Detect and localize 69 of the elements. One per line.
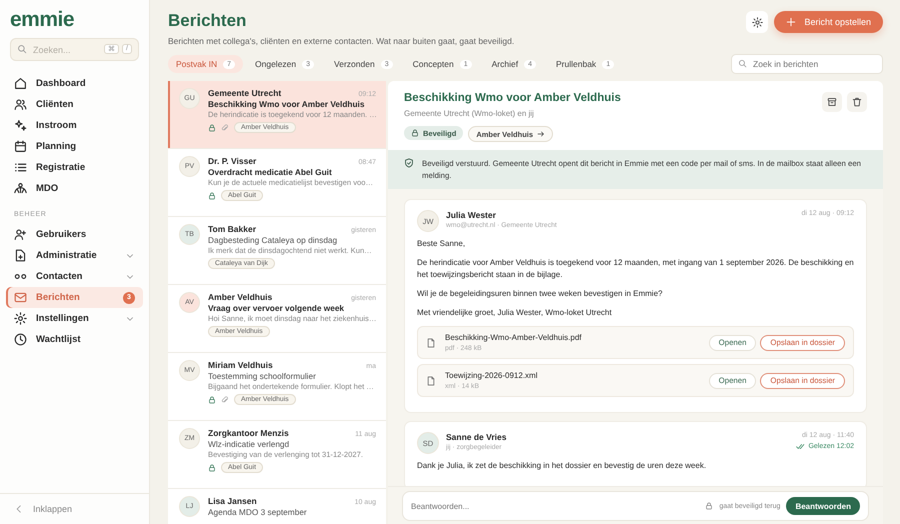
sender-name: Dr. P. Visser — [208, 156, 256, 166]
message-subject: Wlz-indicatie verlengd — [208, 439, 290, 449]
archive-icon — [827, 97, 837, 107]
sender-name: Julia Wester — [446, 210, 496, 220]
message-subject: Overdracht medicatie Abel Guit — [208, 167, 333, 177]
nav-item[interactable]: Instellingen — [6, 308, 143, 329]
page-subtitle: Berichten met collega's, cliënten en externe contacten. Wat naar buiten gaat, gaat beveiligd. — [168, 36, 514, 46]
mail-icon — [14, 291, 27, 304]
reply-button[interactable]: Beantwoorden — [786, 497, 860, 515]
search-icon — [738, 59, 747, 68]
message-subject: Agenda MDO 3 september — [208, 507, 308, 517]
document-icon — [14, 249, 27, 262]
home-icon — [14, 77, 27, 90]
nav-item[interactable]: Wachtlijst — [6, 329, 143, 350]
shield-check-icon — [404, 158, 414, 168]
logo: emmie — [10, 8, 74, 32]
settings-icon — [14, 312, 27, 325]
message-paragraph: Dank je Julia, ik zet de beschikking in het dossier en bevestig de uren deze week. — [417, 460, 708, 472]
archive-button[interactable] — [822, 92, 842, 112]
search-field[interactable]: Zoek in berichten — [731, 54, 883, 74]
settings-button[interactable] — [746, 11, 768, 33]
nav-item[interactable]: Instroom — [6, 115, 143, 136]
double-check-icon — [796, 442, 806, 452]
users-icon — [14, 98, 27, 111]
user-add-icon — [14, 228, 27, 241]
nav-item[interactable]: Dashboard — [6, 73, 143, 94]
nav-item[interactable]: Contacten — [6, 266, 143, 287]
lock-icon — [705, 502, 714, 510]
nav-item[interactable]: Planning — [6, 136, 143, 157]
thread-title: Beschikking Wmo voor Amber Veldhuis — [404, 92, 621, 104]
file-icon — [426, 338, 436, 348]
thread-participants: Gemeente Utrecht (Wmo-loket) en jij — [404, 109, 534, 118]
plus-icon — [786, 17, 796, 27]
message-subject: Vraag over vervoer volgende week — [208, 303, 346, 313]
calendar-icon — [14, 140, 27, 153]
page-title: Berichten — [168, 11, 246, 31]
sender-name: Zorgkantoor Menzis — [208, 428, 289, 438]
message-paragraph: Met vriendelijke groet, Julia Wester, Wmo-loket Utrecht — [417, 307, 613, 320]
message-subject: Toestemming schoolformulier — [208, 371, 317, 381]
sender-name: Lisa Jansen — [208, 496, 257, 506]
lock-icon — [411, 129, 419, 137]
nav-item[interactable]: Gebruikers — [6, 224, 143, 245]
delete-button[interactable] — [847, 92, 867, 112]
nav-item[interactable]: Administratie — [6, 245, 143, 266]
trash-icon — [852, 97, 862, 107]
sender-name: Miriam Veldhuis — [208, 360, 273, 370]
nav-item[interactable]: Cliënten — [6, 94, 143, 115]
sender-name: Gemeente Utrecht — [208, 88, 282, 98]
message-paragraph: De herindicatie voor Amber Veldhuis is toegekend voor 12 maanden, met ingang van 1 september 2026. De beschikking en het toewijzingsbericht staan in de bijlage. — [417, 257, 854, 282]
search-icon — [17, 44, 27, 54]
arrow-right-icon — [537, 130, 546, 138]
message-paragraph: Beste Sanne, — [417, 238, 466, 250]
collapse-button[interactable]: Inklappen — [0, 493, 149, 524]
nav-item[interactable]: Registratie — [6, 157, 143, 178]
message-subject: Dagbesteding Cataleya op dinsdag — [208, 235, 338, 245]
sender-name: Tom Bakker — [208, 224, 256, 234]
sender-name: Amber Veldhuis — [208, 292, 272, 302]
settings-icon — [752, 16, 763, 28]
clock-icon — [14, 333, 27, 346]
sender-name: Sanne de Vries — [446, 432, 506, 442]
file-name: Toewijzing-2026-0912.xml — [445, 371, 538, 380]
list-icon — [14, 161, 27, 174]
file-icon — [426, 376, 436, 386]
group-icon — [14, 182, 27, 195]
sparkle-icon — [14, 119, 27, 132]
message-paragraph: Wil je de begeleidingsuren binnen twee weken bevestigen in Emmie? — [417, 288, 664, 300]
message-subject: Beschikking Wmo voor Amber Veldhuis — [208, 99, 366, 109]
nav-item[interactable]: MDO — [6, 178, 143, 199]
file-name: Beschikking-Wmo-Amber-Veldhuis.pdf — [445, 333, 582, 342]
